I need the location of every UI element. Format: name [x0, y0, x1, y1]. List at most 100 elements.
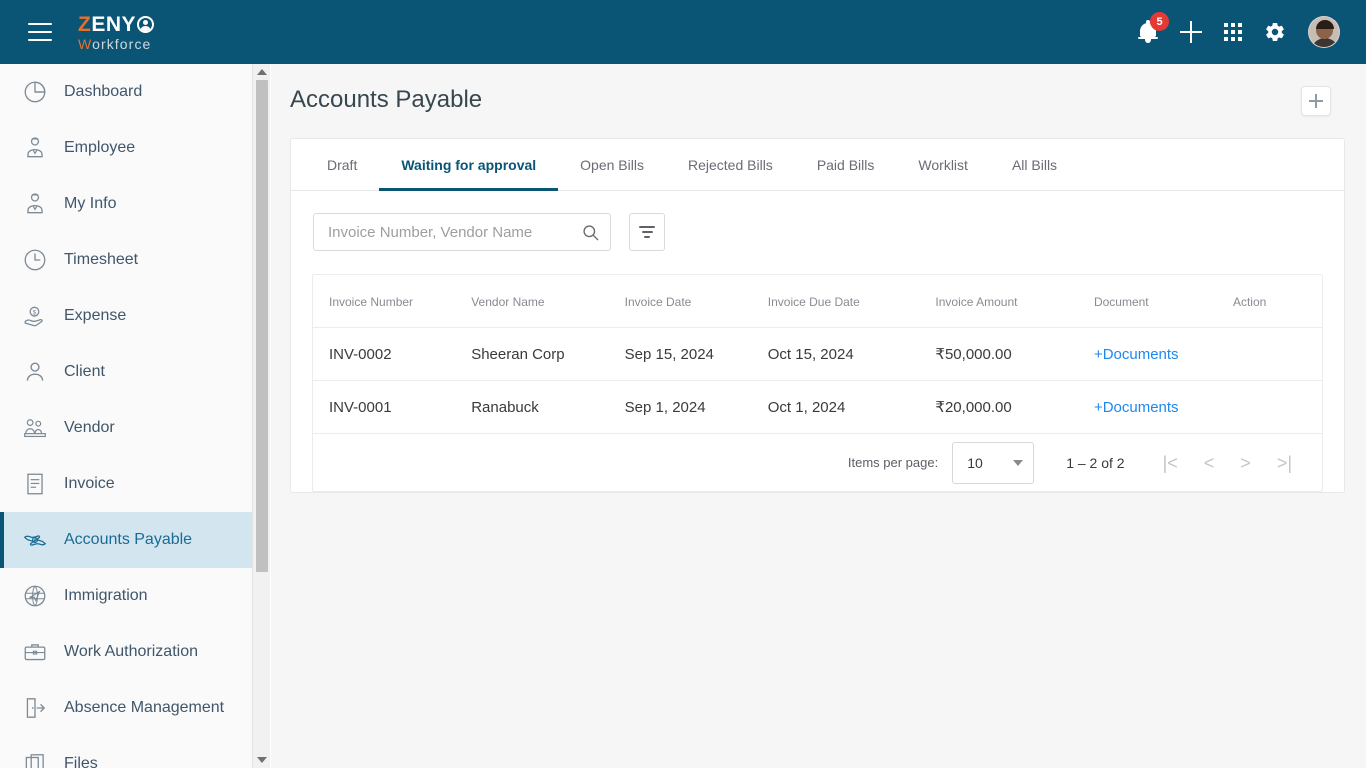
add-documents-link[interactable]: +Documents [1094, 399, 1179, 416]
sidebar-item-absence-management[interactable]: Absence Management [0, 680, 252, 736]
page-range-label: 1 – 2 of 2 [1066, 454, 1125, 471]
search-box[interactable] [313, 213, 611, 251]
sidebar-scrollbar[interactable] [252, 64, 270, 768]
next-page-button[interactable]: > [1240, 454, 1251, 472]
grid-dot [1238, 23, 1242, 27]
plus-icon [1309, 94, 1323, 108]
top-app-bar: Z ENY Workforce 5 [0, 0, 1366, 64]
sidebar-item-invoice[interactable]: Invoice [0, 456, 252, 512]
person-icon [22, 359, 48, 385]
sidebar-item-timesheet[interactable]: Timesheet [0, 232, 252, 288]
clock-icon [22, 247, 48, 273]
sidebar-item-client[interactable]: Client [0, 344, 252, 400]
notification-bell-icon[interactable]: 5 [1138, 12, 1169, 43]
sidebar-item-label: Immigration [64, 587, 148, 604]
table-row[interactable]: INV-0001 Ranabuck Sep 1, 2024 Oct 1, 2024 ₹2… [313, 380, 1322, 434]
tab-open-bills[interactable]: Open Bills [558, 139, 666, 191]
previous-page-button[interactable]: < [1204, 454, 1215, 472]
gear-glyph [1266, 23, 1284, 41]
avatar-hair [1316, 20, 1334, 29]
sidebar-item-label: Client [64, 363, 105, 380]
logo-eny: ENY [91, 12, 137, 36]
scroll-up-arrow-icon[interactable] [253, 64, 271, 80]
column-header-invoice-due-date: Invoice Due Date [767, 275, 936, 328]
items-per-page-select[interactable]: 10 [952, 441, 1035, 484]
filter-button[interactable] [629, 213, 665, 251]
sidebar-item-expense[interactable]: $ Expense [0, 288, 252, 344]
first-page-button[interactable]: |< [1163, 454, 1178, 472]
sidebar-item-my-info[interactable]: My Info [0, 176, 252, 232]
invoice-doc-icon [22, 471, 48, 497]
grid-dot [1238, 30, 1242, 34]
hamburger-line [28, 39, 52, 41]
cell-document: +Documents [1093, 327, 1233, 381]
grid-dot [1231, 30, 1235, 34]
page-title: Accounts Payable [290, 86, 483, 113]
sidebar-item-label: My Info [64, 195, 117, 212]
grid-dot [1224, 30, 1228, 34]
hamburger-menu-icon[interactable] [28, 23, 52, 41]
app-logo[interactable]: Z ENY Workforce [78, 12, 155, 51]
sidebar-item-label: Expense [64, 307, 127, 324]
page-header: Accounts Payable [271, 64, 1366, 116]
sidebar-item-label: Vendor [64, 419, 115, 436]
cell-invoice-amount: ₹20,000.00 [935, 380, 1094, 434]
user-avatar[interactable] [1308, 16, 1340, 48]
logo-sub-rest: orkforce [92, 35, 152, 52]
tab-all-bills[interactable]: All Bills [990, 139, 1079, 191]
cell-document: +Documents [1093, 380, 1233, 434]
last-page-button[interactable]: >| [1277, 454, 1292, 472]
cell-vendor-name: Sheeran Corp [471, 327, 625, 381]
top-bar-actions: 5 [1138, 12, 1340, 48]
accounts-payable-card: Draft Waiting for approval Open Bills Rejec… [290, 138, 1345, 493]
paginator: Items per page: 10 1 – 2 of 2 |< < > >| [313, 434, 1322, 491]
tab-bar: Draft Waiting for approval Open Bills Rejec… [291, 139, 1344, 191]
scroll-down-arrow-icon[interactable] [253, 752, 271, 768]
sidebar-item-dashboard[interactable]: Dashboard [0, 64, 252, 120]
sidebar-item-files[interactable]: Files [0, 736, 252, 768]
grid-dot [1224, 37, 1228, 41]
column-header-invoice-number: Invoice Number [313, 275, 472, 328]
hand-money-icon: $ [22, 303, 48, 329]
scrollbar-thumb[interactable] [256, 80, 268, 572]
cell-action [1232, 327, 1322, 381]
sidebar-item-immigration[interactable]: Immigration [0, 568, 252, 624]
vendor-icon [22, 415, 48, 441]
invoice-table-container: Invoice Number Vendor Name Invoice Date Inv… [312, 274, 1323, 492]
tab-waiting-for-approval[interactable]: Waiting for approval [379, 139, 559, 191]
bell-clapper [1145, 39, 1151, 43]
logo-z: Z [78, 12, 92, 36]
logo-subtitle: Workforce [78, 37, 154, 51]
table-body: INV-0002 Sheeran Corp Sep 15, 2024 Oct 15, … [313, 327, 1322, 434]
invoice-table: Invoice Number Vendor Name Invoice Date Inv… [313, 275, 1322, 434]
apps-grid-icon[interactable] [1224, 23, 1242, 41]
sidebar-item-vendor[interactable]: Vendor [0, 400, 252, 456]
arrow-glyph [257, 757, 267, 763]
sidebar-item-accounts-payable[interactable]: $ Accounts Payable [0, 512, 252, 568]
hamburger-line [28, 31, 52, 33]
file-line [1235, 416, 1247, 419]
search-icon[interactable] [581, 223, 600, 242]
cell-action [1232, 380, 1322, 434]
sidebar-item-label: Files [64, 755, 98, 768]
briefcase-icon [22, 639, 48, 665]
sidebar-item-employee[interactable]: Employee [0, 120, 252, 176]
tab-rejected-bills[interactable]: Rejected Bills [666, 139, 795, 191]
add-documents-link[interactable]: +Documents [1094, 346, 1179, 363]
add-plus-icon[interactable] [1180, 21, 1202, 43]
tab-draft[interactable]: Draft [305, 139, 379, 191]
cell-invoice-number: INV-0001 [313, 380, 472, 434]
filter-line [639, 226, 655, 228]
arrow-glyph [257, 69, 267, 75]
table-row[interactable]: INV-0002 Sheeran Corp Sep 15, 2024 Oct 15, … [313, 327, 1322, 381]
sidebar-item-work-authorization[interactable]: Work Authorization [0, 624, 252, 680]
table-header-row: Invoice Number Vendor Name Invoice Date Inv… [313, 275, 1322, 328]
tab-paid-bills[interactable]: Paid Bills [795, 139, 897, 191]
settings-gear-icon[interactable] [1264, 21, 1286, 43]
avatar-body [1311, 38, 1339, 47]
tab-worklist[interactable]: Worklist [896, 139, 990, 191]
cell-invoice-due-date: Oct 1, 2024 [767, 380, 936, 434]
add-invoice-button[interactable] [1301, 86, 1331, 116]
sidebar-navigation: Dashboard Employee My Info Timesheet $ Expens… [0, 64, 252, 768]
search-input[interactable] [326, 222, 581, 242]
